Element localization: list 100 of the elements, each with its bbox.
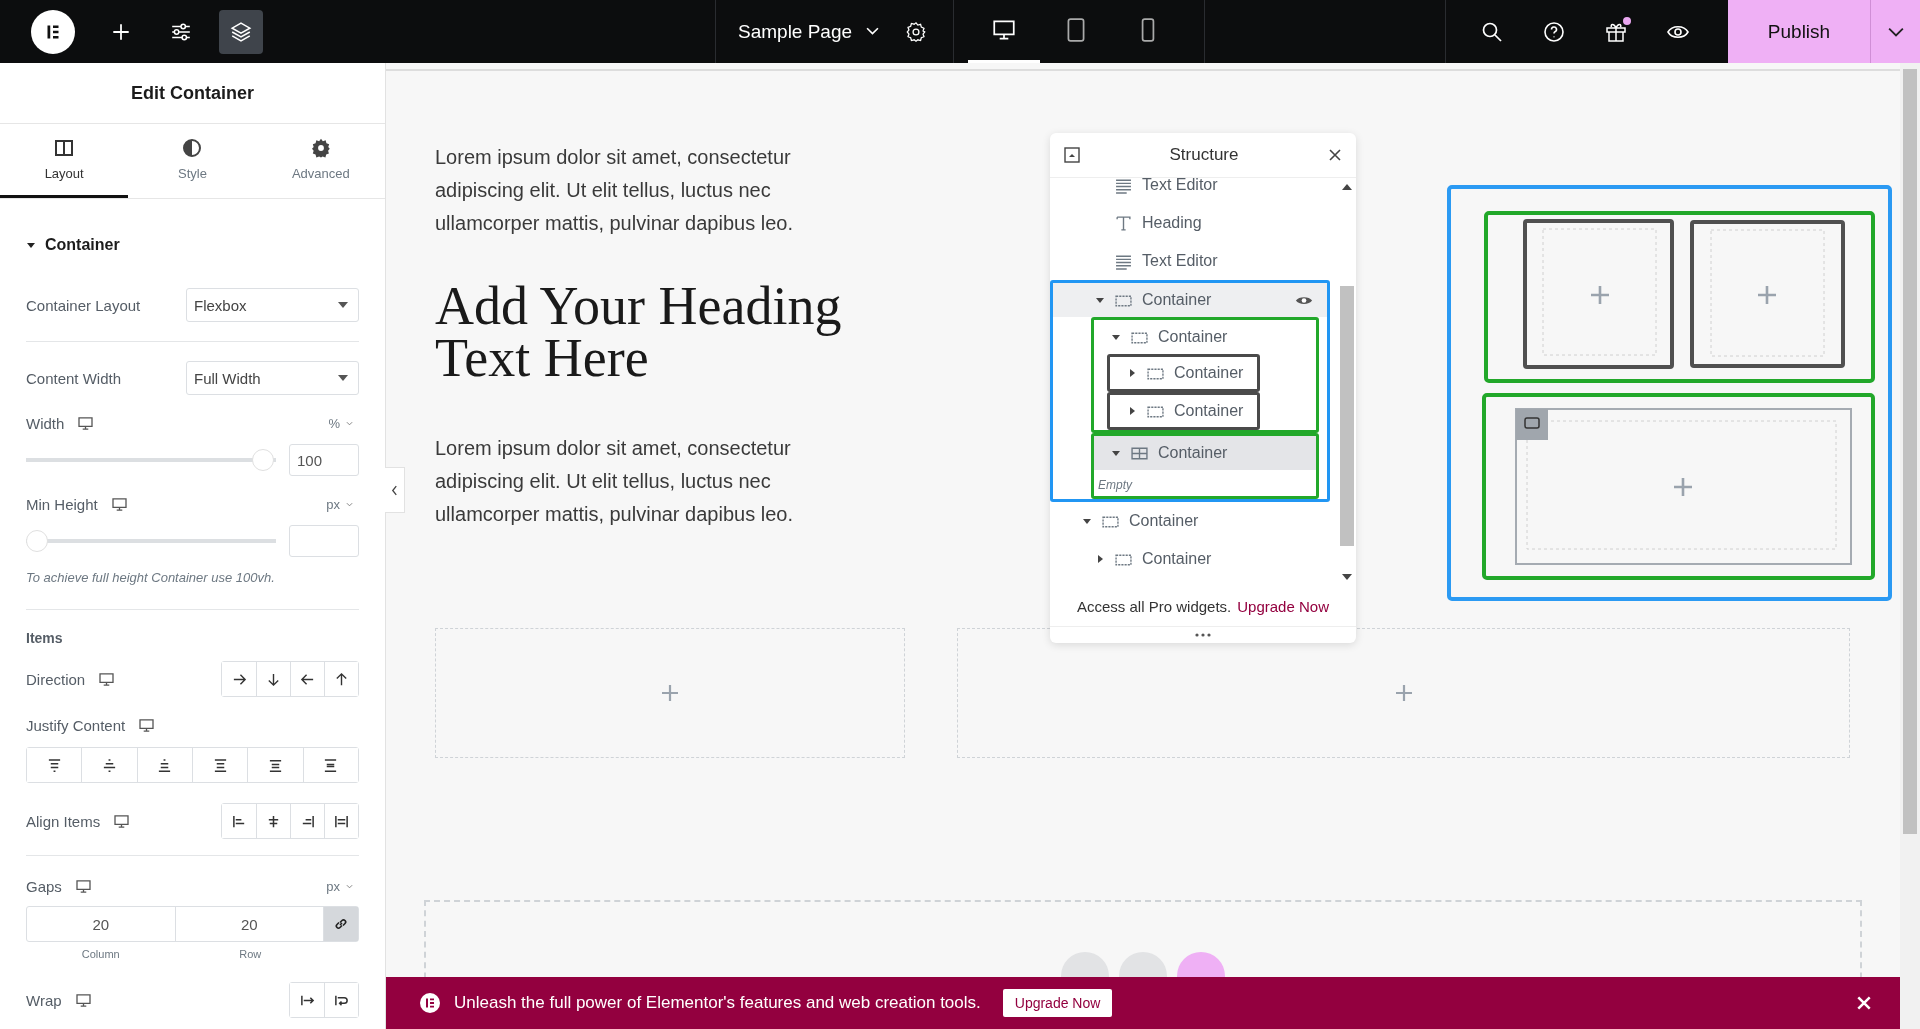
field-label: Container Layout bbox=[26, 296, 141, 314]
promo-text: Access all Pro widgets. bbox=[1077, 597, 1232, 615]
monitor-icon[interactable] bbox=[75, 879, 91, 893]
align-icon bbox=[334, 813, 349, 829]
align-icon bbox=[300, 813, 315, 829]
layers-icon bbox=[230, 20, 252, 43]
tree-item[interactable]: Container bbox=[1094, 320, 1316, 354]
scrollbar[interactable] bbox=[1900, 63, 1920, 1029]
column-label: Column bbox=[80, 948, 121, 962]
contrast-icon bbox=[182, 138, 203, 158]
gear-icon bbox=[310, 138, 331, 158]
chevron-left-icon bbox=[391, 484, 398, 496]
chevron-down-icon bbox=[346, 883, 353, 889]
chevron-down-icon bbox=[346, 420, 353, 426]
layers-button[interactable] bbox=[219, 9, 263, 54]
paragraph: Lorem ipsum dolor sit amet, consectetur adipiscing elit. Ut elit tellus, luctus nec ullamcorper mattis, pulvinar dapibus leo. bbox=[435, 436, 794, 527]
monitor-icon[interactable] bbox=[114, 814, 130, 828]
columns-icon bbox=[54, 138, 75, 158]
field-label: Content Width bbox=[26, 369, 122, 387]
monitor-icon[interactable] bbox=[139, 718, 155, 732]
banner-text: Unleash the full power of Elementor's features and web creation tools. bbox=[454, 993, 981, 1013]
monitor-icon[interactable] bbox=[111, 497, 127, 511]
field-label: Wrap bbox=[26, 991, 62, 1009]
field-label: Gaps bbox=[26, 877, 62, 895]
slider-thumb[interactable] bbox=[26, 530, 48, 552]
row-label: Row bbox=[238, 948, 263, 962]
unit-selector[interactable]: % bbox=[328, 415, 359, 431]
resize-handle-icon[interactable] bbox=[1195, 633, 1211, 637]
tree-item[interactable]: Container bbox=[1094, 436, 1316, 470]
arrow-icon bbox=[334, 671, 349, 687]
letter-t-icon bbox=[1115, 214, 1132, 232]
justify-button[interactable] bbox=[302, 748, 358, 782]
tree-item[interactable]: Container bbox=[1110, 395, 1258, 427]
tree-item[interactable]: Heading bbox=[1050, 204, 1338, 242]
page-heading: Add Your Heading Text Here bbox=[435, 280, 843, 384]
scroll-down-icon[interactable] bbox=[1342, 574, 1352, 580]
elementor-logo[interactable] bbox=[31, 9, 75, 54]
elementor-logo-icon bbox=[420, 993, 440, 1013]
link-icon bbox=[333, 916, 349, 932]
plus-icon bbox=[1393, 683, 1414, 703]
chevron-down-icon bbox=[346, 501, 353, 507]
justify-icon bbox=[212, 757, 228, 773]
caret-icon[interactable] bbox=[1111, 448, 1121, 458]
upgrade-button[interactable]: Upgrade Now bbox=[1002, 989, 1113, 1017]
field-label: Direction bbox=[26, 670, 86, 688]
tree-item[interactable]: Container bbox=[1110, 357, 1258, 389]
number-input[interactable]: 100 bbox=[289, 444, 359, 476]
field-label: Width bbox=[26, 414, 65, 432]
tree-item[interactable]: Text Editor bbox=[1050, 178, 1338, 204]
scrollbar-thumb[interactable] bbox=[1340, 286, 1354, 546]
tree-item[interactable]: Container bbox=[1050, 502, 1338, 540]
unit-selector[interactable]: px bbox=[326, 878, 359, 894]
monitor-icon[interactable] bbox=[75, 993, 91, 1007]
section-title[interactable]: Container bbox=[45, 236, 120, 254]
field-label: Align Items bbox=[26, 812, 101, 830]
structure-title: Structure bbox=[1169, 145, 1239, 165]
justify-icon bbox=[157, 757, 173, 773]
caret-icon[interactable] bbox=[1082, 516, 1092, 526]
paragraph: Lorem ipsum dolor sit amet, consectetur adipiscing elit. Ut elit tellus, luctus nec ullamcorper mattis, pulvinar dapibus leo. bbox=[435, 145, 794, 236]
plus-icon bbox=[660, 683, 680, 703]
justify-icon bbox=[46, 757, 62, 773]
help-icon bbox=[1542, 19, 1566, 44]
tree-item[interactable]: Container bbox=[1050, 540, 1338, 578]
monitor-icon[interactable] bbox=[99, 672, 115, 686]
arrow-icon bbox=[266, 671, 281, 687]
caret-icon[interactable] bbox=[1095, 554, 1105, 564]
publish-button[interactable]: Publish bbox=[1728, 0, 1870, 63]
text-lines-icon bbox=[1115, 252, 1132, 270]
number-input[interactable] bbox=[289, 525, 359, 557]
direction-button[interactable] bbox=[324, 662, 358, 696]
scroll-up-icon[interactable] bbox=[1342, 184, 1352, 190]
caret-icon[interactable] bbox=[1127, 406, 1137, 416]
empty-label: Empty bbox=[1097, 477, 1134, 494]
page-selector[interactable]: Sample Page bbox=[738, 20, 880, 43]
caret-icon bbox=[338, 375, 348, 381]
upgrade-link[interactable]: Upgrade Now bbox=[1237, 597, 1329, 615]
slider-thumb[interactable] bbox=[252, 449, 274, 471]
gear-icon[interactable] bbox=[905, 20, 928, 43]
monitor-icon[interactable] bbox=[78, 416, 94, 430]
caret-icon[interactable] bbox=[1095, 295, 1105, 305]
layout-dropdown[interactable]: Flexbox bbox=[186, 288, 359, 322]
dock-icon[interactable] bbox=[1064, 147, 1080, 163]
width-dropdown[interactable]: Full Width bbox=[186, 361, 359, 395]
caret-icon[interactable] bbox=[1127, 368, 1137, 378]
field-label: Min Height bbox=[26, 495, 98, 513]
close-icon[interactable] bbox=[1328, 148, 1342, 162]
link-values-button[interactable] bbox=[324, 907, 358, 941]
column-gap-input[interactable]: 20 bbox=[27, 907, 176, 941]
wrap-button[interactable] bbox=[324, 983, 358, 1017]
unit-selector[interactable]: px bbox=[326, 496, 359, 512]
caret-icon[interactable] bbox=[1111, 332, 1121, 342]
hint-text: To achieve full height Container use 100vh. bbox=[26, 570, 276, 587]
caret-icon[interactable] bbox=[26, 240, 36, 250]
tree-item[interactable]: Container bbox=[1053, 283, 1327, 317]
align-button[interactable] bbox=[324, 804, 358, 838]
align-icon bbox=[231, 813, 247, 829]
text-lines-icon bbox=[1115, 178, 1132, 194]
scrollbar-thumb[interactable] bbox=[1903, 69, 1917, 834]
panel-title: Edit Container bbox=[131, 82, 254, 104]
tree-item[interactable]: Text Editor bbox=[1050, 242, 1338, 280]
